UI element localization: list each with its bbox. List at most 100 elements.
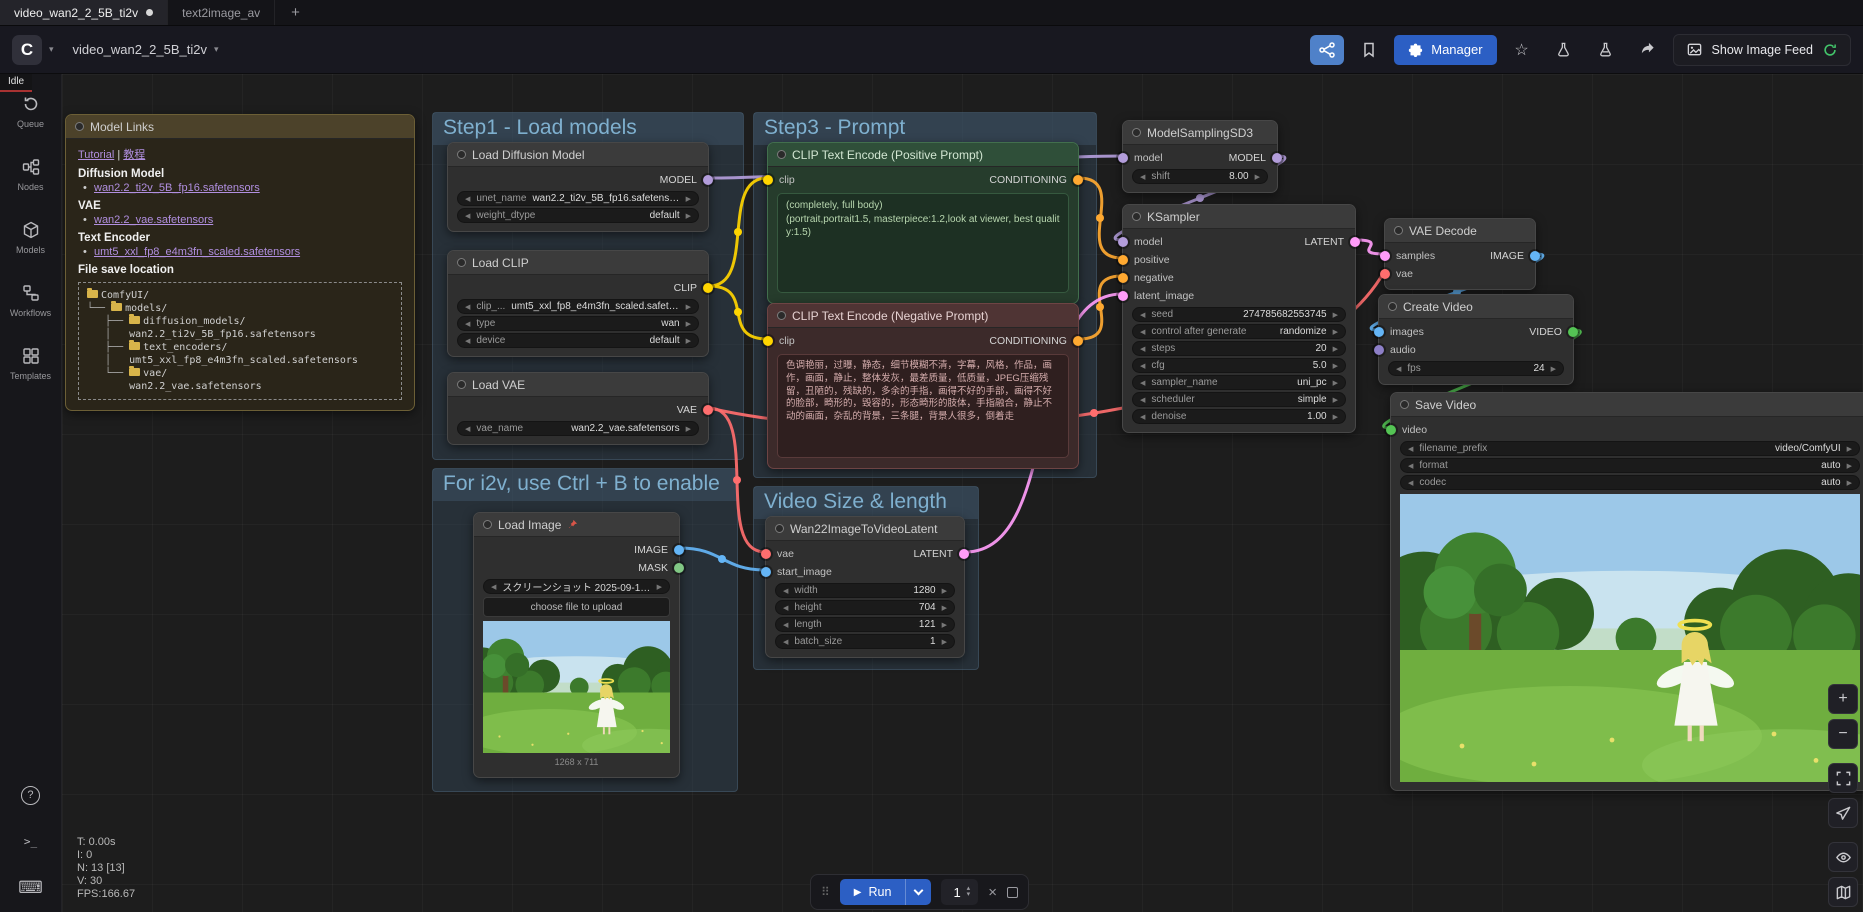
show-image-feed-toggle[interactable]: Show Image Feed: [1673, 34, 1851, 66]
widget-filename-prefix[interactable]: filename_prefix video/ComfyUI: [1400, 441, 1860, 456]
node-header[interactable]: ModelSamplingSD3: [1123, 121, 1277, 145]
workflow-name[interactable]: video_wan2_2_5B_ti2v: [73, 42, 207, 57]
collapse-icon[interactable]: [75, 122, 84, 131]
input-port-model[interactable]: [1118, 237, 1128, 247]
input-port-images[interactable]: [1374, 327, 1384, 337]
node-header[interactable]: VAE Decode: [1385, 219, 1535, 243]
widget-width[interactable]: width 1280: [775, 583, 955, 598]
chevron-down-icon[interactable]: ▾: [214, 44, 219, 55]
output-port-image[interactable]: [1530, 251, 1540, 261]
beaker-button[interactable]: [1547, 35, 1581, 65]
node-header[interactable]: Create Video: [1379, 295, 1573, 319]
widget-cfg[interactable]: cfg 5.0: [1132, 358, 1346, 373]
widget-denoise[interactable]: denoise 1.00: [1132, 409, 1346, 424]
widget-weight-dtype[interactable]: weight_dtype default: [457, 208, 699, 223]
sidebar-item-models[interactable]: Models: [0, 220, 61, 255]
group-title[interactable]: For i2v, use Ctrl + B to enable: [433, 469, 737, 501]
collapse-icon[interactable]: [457, 380, 466, 389]
widget-vae-name[interactable]: vae_name wan2.2_vae.safetensors: [457, 421, 699, 436]
node-header[interactable]: Model Links: [66, 115, 414, 139]
fit-view-button[interactable]: [1828, 763, 1858, 793]
output-port-latent[interactable]: [1350, 237, 1360, 247]
input-port-vae[interactable]: [1380, 269, 1390, 279]
output-port-clip[interactable]: [703, 283, 713, 293]
run-options-button[interactable]: [905, 879, 931, 905]
collapse-icon[interactable]: [1394, 226, 1403, 235]
input-port-model[interactable]: [1118, 153, 1128, 163]
widget-codec[interactable]: codec auto: [1400, 475, 1860, 490]
collapse-icon[interactable]: [775, 524, 784, 533]
sidebar-item-queue[interactable]: Queue: [0, 94, 61, 129]
widget-shift[interactable]: shift 8.00: [1132, 169, 1268, 184]
star-button[interactable]: ☆: [1505, 35, 1539, 65]
node-header[interactable]: Load CLIP: [448, 251, 708, 275]
widget-scheduler[interactable]: scheduler simple: [1132, 392, 1346, 407]
input-port-vae[interactable]: [761, 549, 771, 559]
widget-sampler-name[interactable]: sampler_name uni_pc: [1132, 375, 1346, 390]
node-header[interactable]: Wan22ImageToVideoLatent: [766, 517, 964, 541]
input-port-latent-image[interactable]: [1118, 291, 1128, 301]
input-port-clip[interactable]: [763, 336, 773, 346]
widget-batch-size[interactable]: batch_size 1: [775, 634, 955, 649]
node-header[interactable]: CLIP Text Encode (Positive Prompt): [768, 143, 1078, 167]
upload-button[interactable]: choose file to upload: [483, 597, 670, 617]
input-port-start-image[interactable]: [761, 567, 771, 577]
comfyui-logo[interactable]: C: [12, 35, 42, 65]
collapse-icon[interactable]: [1132, 128, 1141, 137]
widget-clip-name[interactable]: clip_... umt5_xxl_fp8_e4m3fn_scaled.safe…: [457, 299, 699, 314]
minimap-button[interactable]: [1828, 877, 1858, 907]
drag-handle-icon[interactable]: ⠿: [821, 885, 830, 899]
batch-count-stepper[interactable]: 1 ▴ ▾: [941, 879, 978, 905]
widget-fps[interactable]: fps 24: [1388, 361, 1564, 376]
output-port-conditioning[interactable]: [1073, 336, 1083, 346]
collapse-icon[interactable]: [1132, 212, 1141, 221]
graph-view-button[interactable]: [1310, 35, 1344, 65]
text-encoder-download-link[interactable]: umt5_xxl_fp8_e4m3fn_scaled.safetensors: [94, 246, 402, 258]
widget-control-after-generate[interactable]: control after generate randomize: [1132, 324, 1346, 339]
widget-height[interactable]: height 704: [775, 600, 955, 615]
collapse-icon[interactable]: [1400, 400, 1409, 409]
manager-button[interactable]: Manager: [1394, 35, 1496, 65]
collapse-icon[interactable]: [777, 150, 786, 159]
collapse-icon[interactable]: [777, 311, 786, 320]
zoom-out-button[interactable]: −: [1828, 719, 1858, 749]
output-port-conditioning[interactable]: [1073, 175, 1083, 185]
chevron-down-icon[interactable]: ▾: [49, 44, 54, 55]
tutorial-link-cn[interactable]: 教程: [123, 149, 145, 161]
bookmark-button[interactable]: [1352, 35, 1386, 65]
widget-steps[interactable]: steps 20: [1132, 341, 1346, 356]
input-port-negative[interactable]: [1118, 273, 1128, 283]
new-tab-button[interactable]: +: [275, 0, 316, 25]
widget-image-file[interactable]: スクリーンショット 2025-09-10 ...: [483, 579, 670, 594]
output-port-model[interactable]: [703, 175, 713, 185]
video-preview[interactable]: [1400, 494, 1860, 782]
tutorial-link[interactable]: Tutorial: [78, 149, 114, 161]
image-preview[interactable]: [483, 621, 670, 753]
output-port-mask[interactable]: [674, 563, 684, 573]
collapse-icon[interactable]: [457, 150, 466, 159]
collapse-icon[interactable]: [1388, 302, 1397, 311]
clear-queue-button[interactable]: ×: [988, 884, 997, 901]
widget-type[interactable]: type wan: [457, 316, 699, 331]
widget-unet-name[interactable]: unet_name wan2.2_ti2v_5B_fp16.safetensor…: [457, 191, 699, 206]
help-button[interactable]: ?: [21, 786, 40, 805]
input-port-video[interactable]: [1386, 425, 1396, 435]
stop-button[interactable]: [1007, 887, 1018, 898]
zoom-in-button[interactable]: +: [1828, 684, 1858, 714]
sidebar-item-workflows[interactable]: Workflows: [0, 283, 61, 318]
pan-mode-button[interactable]: [1828, 798, 1858, 828]
group-title[interactable]: Video Size & length: [754, 487, 978, 519]
sidebar-item-nodes[interactable]: Nodes: [0, 157, 61, 192]
toggle-visibility-button[interactable]: [1828, 842, 1858, 872]
output-port-video[interactable]: [1568, 327, 1578, 337]
negative-prompt-textarea[interactable]: 色调艳丽，过曝，静态，细节模糊不清，字幕，风格，作品，画作，画面，静止，整体发灰…: [777, 354, 1069, 458]
positive-prompt-textarea[interactable]: (completely, full body) (portrait,portra…: [777, 193, 1069, 293]
input-port-audio[interactable]: [1374, 345, 1384, 355]
output-port-image[interactable]: [674, 545, 684, 555]
node-header[interactable]: CLIP Text Encode (Negative Prompt): [768, 304, 1078, 328]
node-header[interactable]: KSampler: [1123, 205, 1355, 229]
node-header[interactable]: Load Image: [474, 513, 679, 537]
widget-format[interactable]: format auto: [1400, 458, 1860, 473]
input-port-positive[interactable]: [1118, 255, 1128, 265]
group-title[interactable]: Step1 - Load models: [433, 113, 743, 145]
